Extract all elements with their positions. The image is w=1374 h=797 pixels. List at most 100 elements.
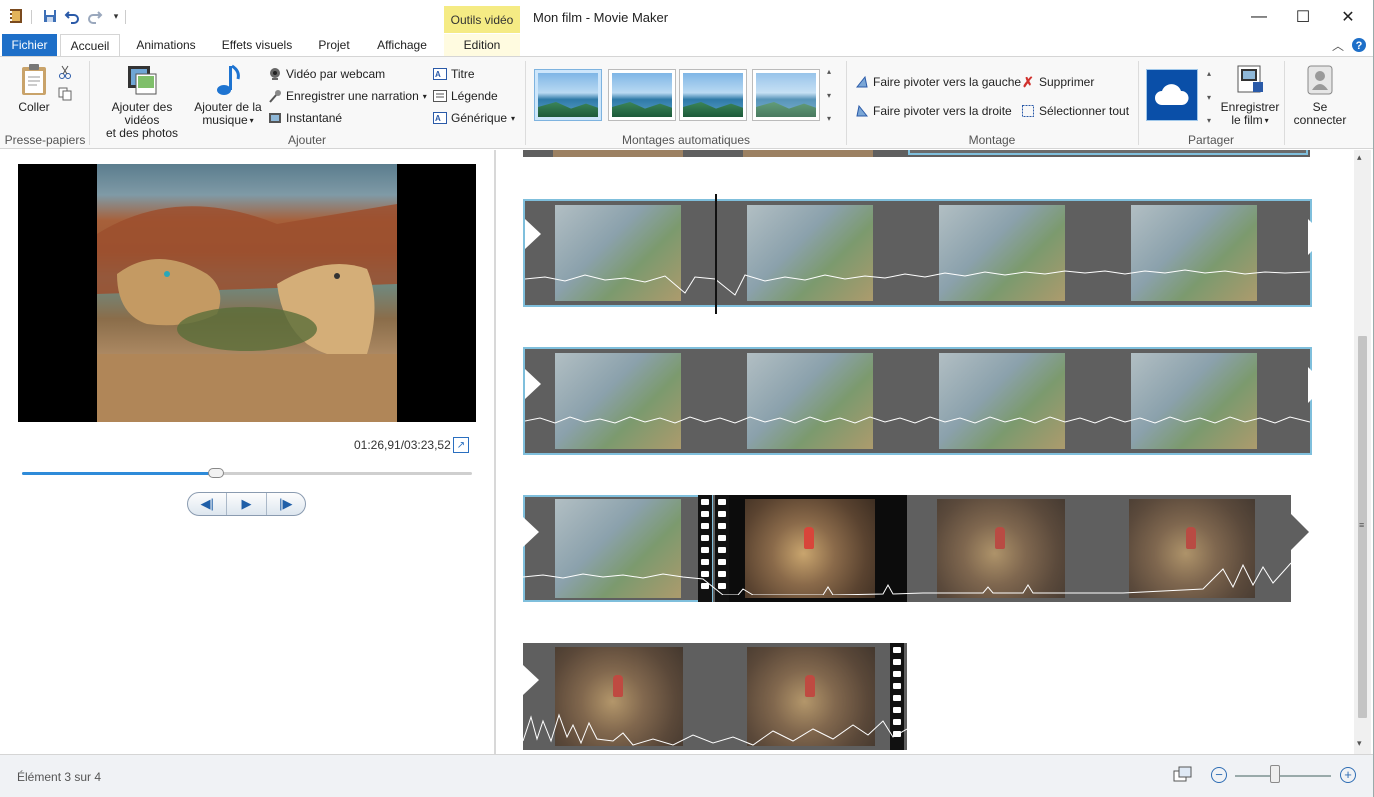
audio-waveform [523,713,907,746]
paste-label: Coller [18,100,50,114]
tab-fichier[interactable]: Fichier [2,34,57,56]
app-icon[interactable] [8,8,24,24]
previous-frame-button[interactable]: ◀| [188,493,228,515]
clip-strip-3[interactable] [523,495,1291,602]
clip-strip-2[interactable] [523,347,1312,455]
select-all-button[interactable]: Sélectionner tout [1021,102,1129,120]
clip-strip-1[interactable] [523,199,1312,307]
gallery-up-icon[interactable]: ▴ [827,67,831,76]
redo-icon[interactable] [87,8,103,24]
tab-projet[interactable]: Projet [310,34,358,56]
clipboard-icon [17,63,51,97]
clip-strip-partial[interactable] [523,150,1310,157]
audio-waveform [525,269,1310,296]
automovie-theme-4[interactable] [752,69,820,121]
caption-button[interactable]: Légende [433,87,498,105]
clip-start-marker [525,369,541,399]
rotate-left-button[interactable]: Faire pivoter vers la gauche [855,73,1021,91]
rotate-right-icon [855,104,869,118]
add-music-button[interactable]: Ajouter de la musique ▾ [193,63,263,127]
tab-edition[interactable]: Edition [444,34,520,56]
status-text: Élément 3 sur 4 [17,770,102,784]
caption-icon [433,89,447,103]
automovie-theme-1[interactable] [534,69,602,121]
zoom-slider[interactable] [1235,775,1331,777]
play-button[interactable]: ▶ [227,493,267,515]
thumbnail-view-icon[interactable] [1173,766,1193,784]
snapshot-button[interactable]: Instantané [268,109,342,127]
maximize-button[interactable]: ☐ [1280,0,1326,34]
playhead[interactable] [715,194,717,314]
storyboard-scrollbar[interactable]: ▴ ≡ ▾ [1354,150,1371,754]
delete-icon: ✗ [1022,73,1034,90]
clay-mice-scene [97,204,397,422]
ribbon-separator [1284,61,1285,145]
webcam-button[interactable]: Vidéo par webcam [268,65,385,83]
share-up-icon[interactable]: ▴ [1207,69,1211,78]
select-all-icon [1021,104,1035,118]
minimize-button[interactable]: — [1236,0,1282,34]
tab-affichage[interactable]: Affichage [368,34,436,56]
share-gallery-scroll[interactable]: ▴ ▾ ▾ [1203,69,1215,125]
scroll-down-icon[interactable]: ▾ [1357,738,1362,749]
group-presse-papiers: Presse-papiers [4,133,86,147]
gallery-more-icon[interactable]: ▾ [827,114,831,123]
video-frame-image [97,164,397,422]
zoom-slider-thumb[interactable] [1270,765,1280,783]
share-down-icon[interactable]: ▾ [1207,93,1211,102]
zoom-in-button[interactable]: + [1340,767,1356,783]
video-preview[interactable] [18,164,476,422]
delete-label: Supprimer [1039,75,1095,89]
narration-label: Enregistrer une narration [286,89,419,103]
save-movie-button[interactable]: Enregistrer le film ▾ [1220,63,1280,127]
minimize-ribbon-icon[interactable]: ︿ [1330,34,1346,56]
window-title: Mon film - Movie Maker [533,10,669,25]
zoom-out-button[interactable]: − [1211,767,1227,783]
copy-icon[interactable] [58,87,72,101]
help-icon[interactable]: ? [1351,34,1367,56]
save-icon[interactable] [42,8,58,24]
tab-animations[interactable]: Animations [128,34,204,56]
seek-thumb[interactable] [207,468,224,478]
save-movie-icon [1233,63,1267,97]
rotate-right-button[interactable]: Faire pivoter vers la droite [855,102,1012,120]
group-ajouter: Ajouter [287,133,327,147]
customize-icon[interactable]: ▾ [108,8,124,24]
dropdown-arrow-icon: ▾ [1264,116,1269,125]
close-button[interactable]: ✕ [1325,0,1371,34]
sign-in-button[interactable]: Se connecter [1291,63,1349,127]
rotate-right-label: Faire pivoter vers la droite [873,104,1012,118]
onedrive-button[interactable] [1146,69,1198,121]
clip-start-marker [523,665,539,695]
title-button[interactable]: A Titre [433,65,475,83]
add-videos-label-1: Ajouter des vidéos [111,100,173,127]
gallery-scroll[interactable]: ▴ ▾ ▾ [822,67,836,123]
undo-icon[interactable] [64,8,80,24]
microphone-icon [268,89,282,103]
automovie-theme-2[interactable] [608,69,676,121]
strip-end-marker [1308,219,1326,255]
tab-effets-visuels[interactable]: Effets visuels [215,34,299,56]
fullscreen-icon[interactable]: ↗ [453,437,469,453]
add-videos-button[interactable]: Ajouter des vidéos et des photos [94,63,190,140]
clip-strip-4[interactable] [523,643,907,750]
seek-bar[interactable] [22,468,472,478]
tab-accueil[interactable]: Accueil [60,34,120,57]
delete-button[interactable]: ✗ Supprimer [1021,73,1094,91]
credits-button[interactable]: A Générique ▾ [433,109,515,127]
add-music-label-2: musique [202,113,248,127]
scroll-grip-icon: ≡ [1359,520,1365,530]
scroll-up-icon[interactable]: ▴ [1357,152,1362,163]
snapshot-label: Instantané [286,111,343,125]
narration-button[interactable]: Enregistrer une narration ▾ [268,87,427,105]
dropdown-arrow-icon: ▾ [249,116,254,125]
gallery-down-icon[interactable]: ▾ [827,91,831,100]
strip-end-marker [1291,514,1309,550]
automovie-theme-3[interactable] [679,69,747,121]
strip-end-marker [1308,367,1326,403]
paste-button[interactable]: Coller [14,63,54,114]
title-icon: A [433,67,447,81]
next-frame-button[interactable]: |▶ [267,493,305,515]
cut-icon[interactable] [58,65,72,79]
share-more-icon[interactable]: ▾ [1207,116,1211,125]
